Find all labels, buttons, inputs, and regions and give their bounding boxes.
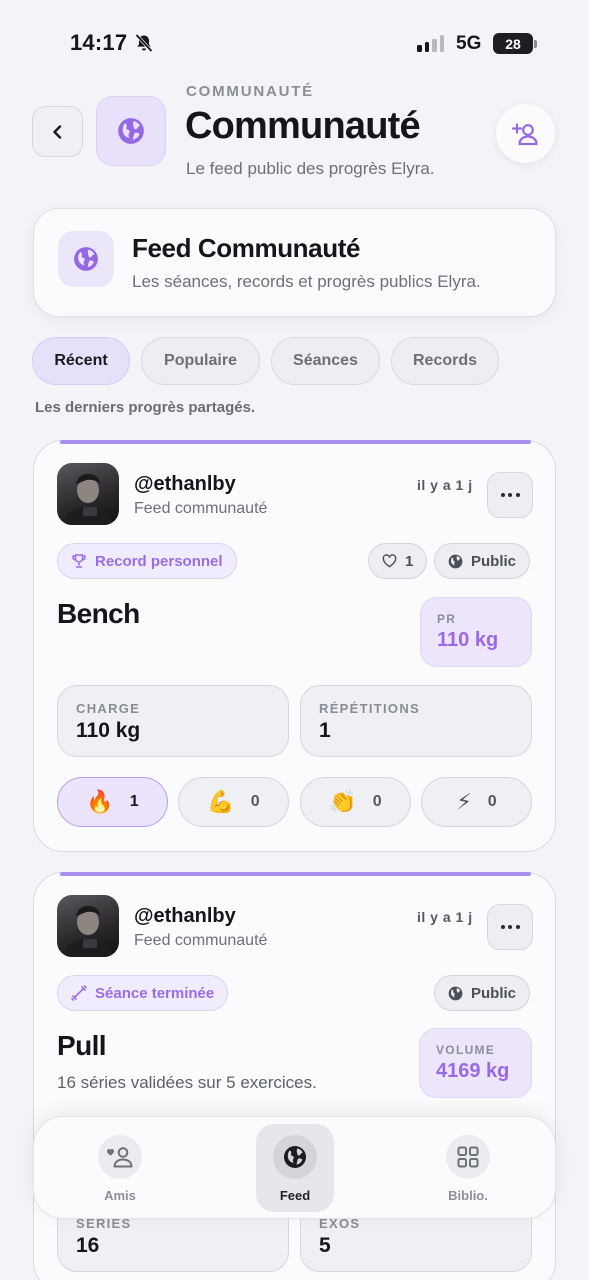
bell-muted-icon bbox=[135, 33, 153, 53]
post-username[interactable]: @ethanlby bbox=[134, 905, 236, 928]
post-feed-name: Feed communauté bbox=[134, 932, 268, 949]
muscle-icon: 💪 bbox=[207, 789, 235, 815]
volume-metric: VOLUME 4169 kg bbox=[419, 1028, 532, 1098]
globe-icon bbox=[273, 1135, 317, 1179]
like-button[interactable]: 1 bbox=[368, 543, 428, 579]
nav-label: Amis bbox=[104, 1188, 136, 1203]
record-badge: Record personnel bbox=[57, 543, 237, 579]
reaction-count: 0 bbox=[250, 793, 260, 810]
heart-icon bbox=[382, 554, 397, 568]
exercise-name: Bench bbox=[57, 598, 140, 629]
metric-value: 4169 kg bbox=[436, 1060, 510, 1082]
post-accent-bar bbox=[60, 440, 531, 444]
reaction-fire-button[interactable]: 🔥 1 bbox=[57, 777, 168, 827]
reaction-clap-button[interactable]: 👏 0 bbox=[300, 777, 411, 827]
battery-cap bbox=[534, 40, 537, 48]
stat-reps: RÉPÉTITIONS 1 bbox=[300, 685, 532, 757]
signal-icon bbox=[417, 35, 444, 52]
reaction-count: 0 bbox=[487, 793, 497, 810]
post-time: il y a 1 j bbox=[417, 477, 473, 493]
like-count: 1 bbox=[405, 552, 414, 570]
tab-popular[interactable]: Populaire bbox=[141, 337, 260, 385]
feed-info-icon-tile bbox=[58, 231, 114, 287]
bolt-icon: ⚡ bbox=[456, 789, 472, 815]
post-username[interactable]: @ethanlby bbox=[134, 473, 236, 496]
visibility-badge: Public bbox=[434, 975, 531, 1011]
nav-item-friends[interactable]: Amis bbox=[81, 1124, 159, 1212]
stat-value: 1 bbox=[319, 719, 331, 742]
nav-item-feed[interactable]: Feed bbox=[256, 1124, 334, 1212]
community-globe-tile bbox=[96, 96, 166, 166]
nav-label: Feed bbox=[279, 1188, 311, 1203]
badge-label: Séance terminée bbox=[95, 984, 215, 1002]
pr-metric: PR 110 kg bbox=[420, 597, 532, 667]
avatar[interactable] bbox=[57, 895, 119, 957]
post-more-button[interactable] bbox=[487, 904, 533, 950]
nav-item-library[interactable]: Biblio. bbox=[429, 1124, 507, 1212]
globe-icon bbox=[448, 554, 463, 568]
visibility-badge: Public bbox=[434, 543, 531, 579]
stat-label: RÉPÉTITIONS bbox=[319, 701, 420, 716]
nav-label: Biblio. bbox=[448, 1188, 488, 1203]
stat-value: 16 bbox=[76, 1234, 100, 1257]
avatar[interactable] bbox=[57, 463, 119, 525]
tab-recent[interactable]: Récent bbox=[32, 337, 130, 385]
post-more-button[interactable] bbox=[487, 472, 533, 518]
network-label: 5G bbox=[456, 33, 482, 54]
metric-label: PR bbox=[437, 612, 457, 626]
metric-label: VOLUME bbox=[436, 1043, 496, 1057]
status-time: 14:17 bbox=[70, 30, 128, 55]
stat-value: 110 kg bbox=[76, 719, 141, 742]
feed-card-description: Les séances, records et progrès publics … bbox=[132, 272, 481, 291]
session-description: 16 séries validées sur 5 exercices. bbox=[57, 1073, 317, 1092]
feed-card-title: Feed Communauté bbox=[132, 233, 361, 263]
post-time: il y a 1 j bbox=[417, 909, 473, 925]
trophy-icon bbox=[72, 554, 86, 568]
stat-label: CHARGE bbox=[76, 701, 141, 716]
reaction-muscle-button[interactable]: 💪 0 bbox=[178, 777, 289, 827]
tab-records[interactable]: Records bbox=[391, 337, 499, 385]
friends-icon bbox=[98, 1135, 142, 1179]
page-eyebrow: COMMUNAUTÉ bbox=[186, 83, 314, 100]
battery-icon: 28 bbox=[493, 33, 533, 54]
stat-value: 5 bbox=[319, 1234, 331, 1257]
visibility-label: Public bbox=[471, 984, 517, 1002]
post-accent-bar bbox=[60, 872, 531, 876]
page-subtitle: Le feed public des progrès Elyra. bbox=[186, 159, 435, 178]
stat-charge: CHARGE 110 kg bbox=[57, 685, 289, 757]
tab-hint: Les derniers progrès partagés. bbox=[35, 399, 256, 416]
clap-icon: 👏 bbox=[329, 789, 357, 815]
dumbbell-icon bbox=[71, 985, 87, 1001]
badge-label: Record personnel bbox=[95, 552, 223, 570]
metric-value: 110 kg bbox=[437, 629, 499, 651]
page-title: Communauté bbox=[185, 105, 421, 147]
globe-icon bbox=[118, 118, 144, 144]
fire-icon: 🔥 bbox=[86, 789, 114, 815]
visibility-label: Public bbox=[471, 552, 517, 570]
add-user-icon bbox=[511, 122, 538, 145]
grid-icon bbox=[446, 1135, 490, 1179]
chevron-left-icon bbox=[52, 124, 61, 139]
post-feed-name: Feed communauté bbox=[134, 500, 268, 517]
globe-icon bbox=[74, 247, 98, 271]
tab-sessions[interactable]: Séances bbox=[271, 337, 380, 385]
back-button[interactable] bbox=[32, 106, 83, 157]
session-badge: Séance terminée bbox=[57, 975, 229, 1011]
reaction-count: 0 bbox=[372, 793, 382, 810]
reaction-count: 1 bbox=[129, 793, 139, 810]
globe-icon bbox=[448, 986, 463, 1000]
add-friend-button[interactable] bbox=[496, 104, 555, 163]
exercise-name: Pull bbox=[57, 1030, 107, 1061]
reaction-bolt-button[interactable]: ⚡ 0 bbox=[421, 777, 532, 827]
